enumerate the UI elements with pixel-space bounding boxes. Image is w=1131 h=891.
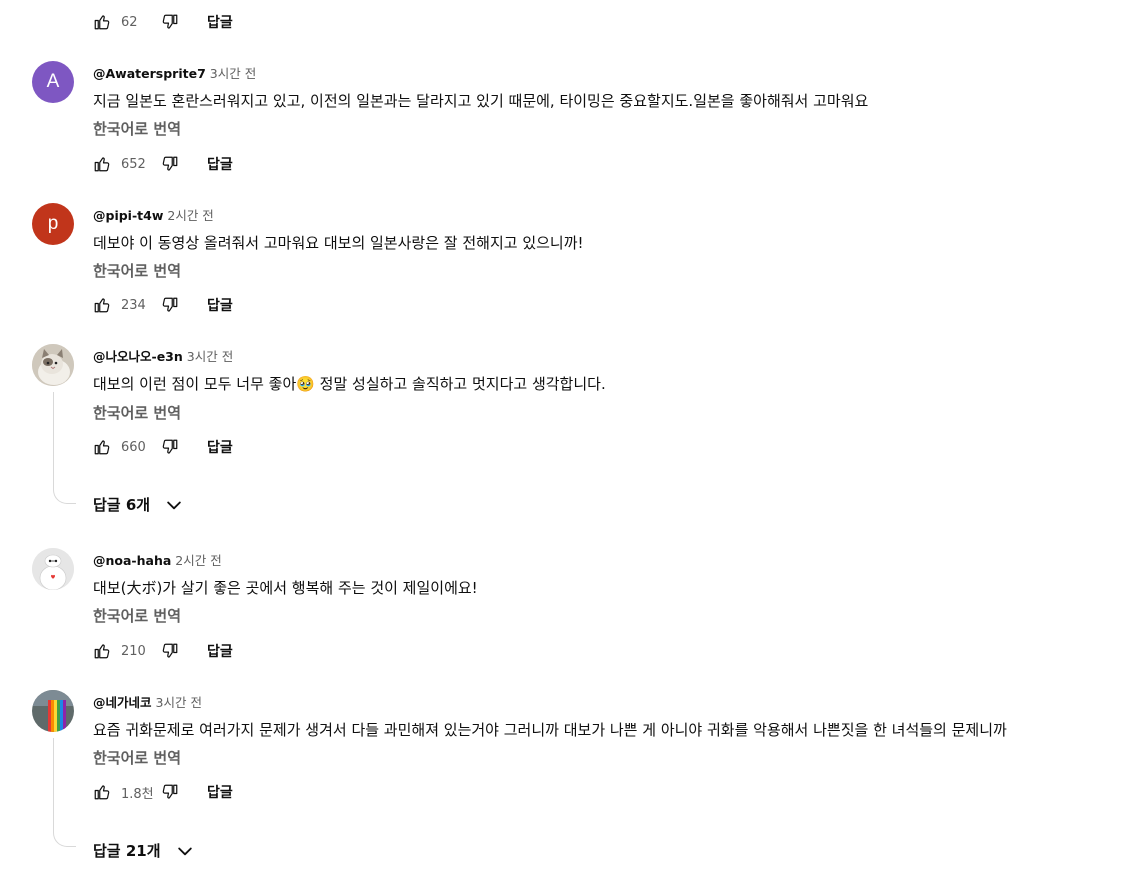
comment-time[interactable]: 3시간 전 xyxy=(156,695,202,710)
like-icon[interactable] xyxy=(93,642,111,660)
avatar[interactable] xyxy=(32,548,74,590)
like-icon[interactable] xyxy=(93,155,111,173)
author-name[interactable]: @Awatersprite7 xyxy=(93,66,206,81)
like-count: 652 xyxy=(121,156,146,172)
translate-link[interactable]: 한국어로 번역 xyxy=(93,118,181,139)
comment-text: 요즘 귀화문제로 여러가지 문제가 생겨서 다들 과민해져 있는거야 그러니까 … xyxy=(93,721,1007,739)
reply-button[interactable]: 답글 xyxy=(207,12,233,32)
comment-text: 데보야 이 동영상 올려줘서 고마워요 대보의 일본사랑은 잘 전해지고 있으니… xyxy=(93,234,584,252)
translate-link[interactable]: 한국어로 번역 xyxy=(93,747,181,768)
replies-count-label: 답글 6개 xyxy=(93,496,151,514)
comment-time[interactable]: 3시간 전 xyxy=(210,66,256,81)
comment-text: 대보(大ボ)가 살기 좋은 곳에서 행복해 주는 것이 제일이에요! xyxy=(93,579,478,597)
rainbow-avatar-image xyxy=(32,690,74,732)
thread-connector xyxy=(53,738,76,847)
chevron-down-icon xyxy=(164,495,184,515)
like-count: 1.8천 xyxy=(121,786,154,802)
replies-count-label: 답글 21개 xyxy=(93,842,161,860)
comment-actions: 652 답글 xyxy=(93,152,233,176)
comment-author[interactable]: @pipi-t4w 2시간 전 xyxy=(93,205,214,224)
translate-link[interactable]: 한국어로 번역 xyxy=(93,605,181,626)
dislike-icon[interactable] xyxy=(161,13,179,31)
comment-time[interactable]: 2시간 전 xyxy=(175,553,221,568)
comment-actions: 62 답글 xyxy=(93,10,233,34)
comment-actions: 210 답글 xyxy=(93,639,233,663)
avatar-letter: A xyxy=(46,71,60,92)
avatar[interactable] xyxy=(32,690,74,732)
view-replies-button[interactable]: 답글 21개 xyxy=(93,840,195,861)
like-count: 62 xyxy=(121,14,138,30)
comment-author[interactable]: @noa-haha 2시간 전 xyxy=(93,550,222,569)
dislike-icon[interactable] xyxy=(161,642,179,660)
comment-text: 지금 일본도 혼란스러워지고 있고, 이전의 일본과는 달라지고 있기 때문에,… xyxy=(93,92,869,110)
avatar[interactable]: p xyxy=(32,203,74,245)
author-name[interactable]: @나오나오-e3n xyxy=(93,349,183,364)
like-count: 660 xyxy=(121,439,146,455)
author-name[interactable]: @네가네코 xyxy=(93,695,152,710)
dislike-icon[interactable] xyxy=(161,296,179,314)
dislike-icon[interactable] xyxy=(161,438,179,456)
like-count: 234 xyxy=(121,297,146,313)
like-count: 210 xyxy=(121,643,146,659)
view-replies-button[interactable]: 답글 6개 xyxy=(93,494,184,515)
reply-button[interactable]: 답글 xyxy=(207,154,233,174)
comment-actions: 234 답글 xyxy=(93,293,233,317)
translate-link[interactable]: 한국어로 번역 xyxy=(93,260,181,281)
comment-text: 대보의 이런 점이 모두 너무 좋아🥹 정말 성실하고 솔직하고 멋지다고 생각… xyxy=(93,375,606,393)
avatar-letter: p xyxy=(47,213,59,234)
comment-time[interactable]: 2시간 전 xyxy=(167,208,213,223)
like-icon[interactable] xyxy=(93,438,111,456)
like-icon[interactable] xyxy=(93,783,111,801)
reply-button[interactable]: 답글 xyxy=(207,295,233,315)
dislike-icon[interactable] xyxy=(161,783,179,801)
like-icon[interactable] xyxy=(93,13,111,31)
thread-connector xyxy=(53,392,76,504)
robot-avatar-image xyxy=(32,548,74,590)
comment-actions: 660 답글 xyxy=(93,435,233,459)
chevron-down-icon xyxy=(175,841,195,861)
reply-button[interactable]: 답글 xyxy=(207,641,233,661)
comment-actions: 1.8천 답글 xyxy=(93,780,233,804)
like-icon[interactable] xyxy=(93,296,111,314)
comment-author[interactable]: @Awatersprite7 3시간 전 xyxy=(93,63,256,82)
author-name[interactable]: @pipi-t4w xyxy=(93,208,163,223)
dislike-icon[interactable] xyxy=(161,155,179,173)
translate-link[interactable]: 한국어로 번역 xyxy=(93,402,181,423)
reply-button[interactable]: 답글 xyxy=(207,437,233,457)
avatar[interactable] xyxy=(32,344,74,386)
comment-author[interactable]: @나오나오-e3n 3시간 전 xyxy=(93,346,233,365)
reply-button[interactable]: 답글 xyxy=(207,782,233,802)
comment-time[interactable]: 3시간 전 xyxy=(187,349,233,364)
cat-avatar-image xyxy=(32,344,74,386)
author-name[interactable]: @noa-haha xyxy=(93,553,171,568)
comment-author[interactable]: @네가네코 3시간 전 xyxy=(93,692,202,711)
avatar[interactable]: A xyxy=(32,61,74,103)
